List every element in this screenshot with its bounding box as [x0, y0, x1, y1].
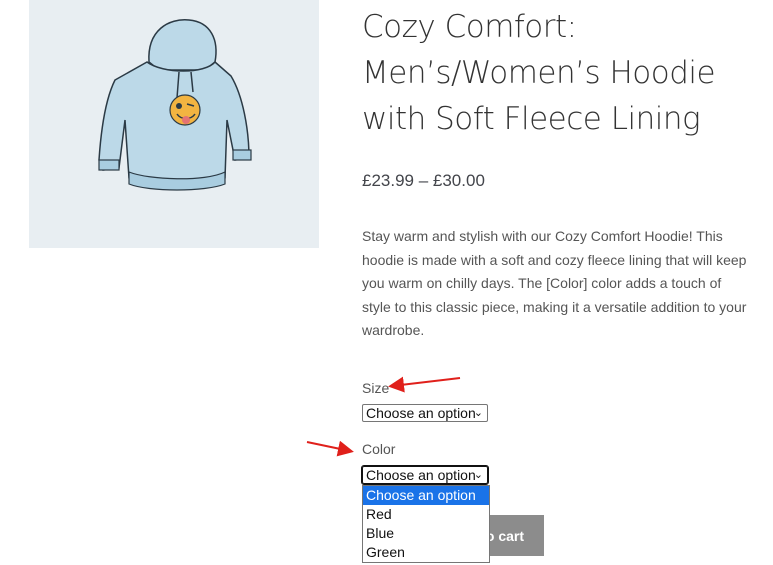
color-select[interactable]: Choose an option ⌄ [361, 465, 489, 485]
color-label: Color [362, 441, 396, 457]
size-select[interactable]: Choose an option ⌄ [362, 404, 488, 422]
product-image[interactable] [29, 0, 319, 248]
chevron-down-icon: ⌄ [473, 407, 483, 419]
product-title: Cozy Comfort: Men’s/Women’s Hoodie with … [362, 9, 716, 137]
color-select-value: Choose an option [366, 467, 476, 483]
color-option[interactable]: Red [363, 505, 489, 524]
color-option[interactable]: Blue [363, 524, 489, 543]
color-option[interactable]: Green [363, 543, 489, 562]
size-label: Size [362, 380, 390, 396]
size-select-value: Choose an option [366, 405, 476, 421]
chevron-down-icon: ⌄ [473, 469, 483, 481]
color-option[interactable]: Choose an option [363, 486, 489, 505]
product-description: Stay warm and stylish with our Cozy Comf… [362, 228, 747, 338]
product-price: £23.99 – £30.00 [362, 171, 485, 190]
hoodie-illustration [98, 19, 252, 191]
color-dropdown-list: Choose an option Red Blue Green [362, 485, 490, 563]
arrow-icon [388, 376, 461, 393]
arrow-icon [306, 440, 354, 457]
add-to-cart-label: o cart [485, 527, 524, 544]
